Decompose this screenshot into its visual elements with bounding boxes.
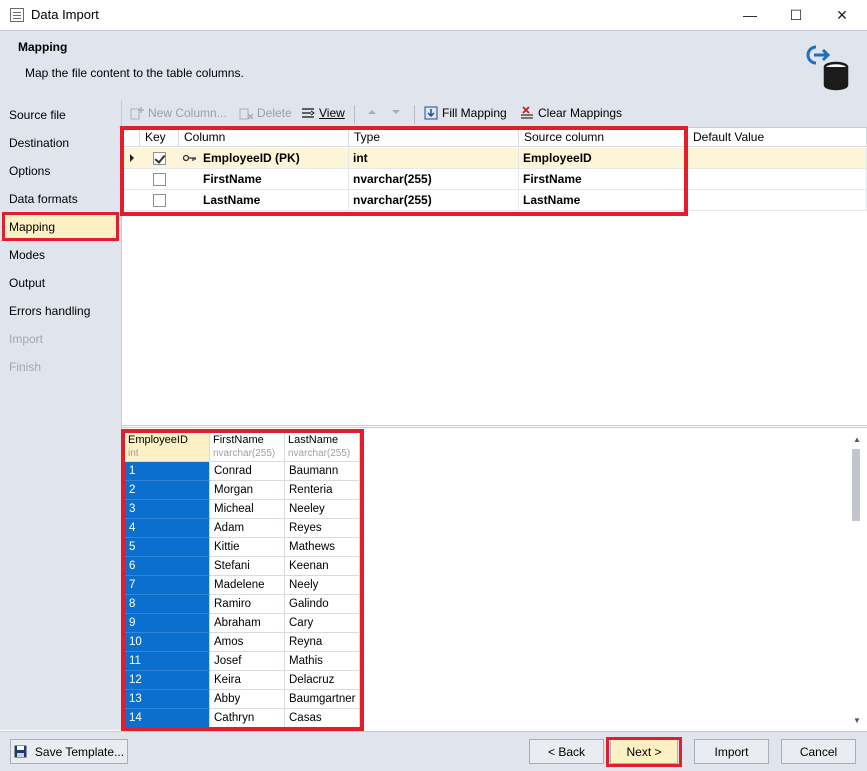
sidebar-item-source-file[interactable]: Source file xyxy=(2,102,118,128)
save-template-label: Save Template... xyxy=(34,744,125,759)
sidebar-item-destination[interactable]: Destination xyxy=(2,130,118,156)
view-label: View xyxy=(319,106,345,120)
new-column-button: New Column... xyxy=(130,106,227,120)
next-highlight-frame xyxy=(606,737,682,767)
wizard-header: Mapping Map the file content to the tabl… xyxy=(0,30,867,100)
default-value-cell[interactable] xyxy=(688,169,867,190)
scroll-up-button[interactable]: ▲ xyxy=(850,433,864,447)
import-to-database-icon xyxy=(806,45,849,91)
scroll-down-button[interactable]: ▼ xyxy=(850,714,864,728)
fill-mapping-icon xyxy=(424,106,438,120)
save-disk-icon xyxy=(14,745,27,758)
arrow-up-icon xyxy=(368,110,376,114)
delete-button: Delete xyxy=(239,106,292,120)
default-value-cell[interactable] xyxy=(688,148,867,169)
default-value-cell[interactable] xyxy=(688,190,867,211)
new-column-label: New Column... xyxy=(148,106,227,120)
sidebar-item-modes[interactable]: Modes xyxy=(2,242,118,268)
app-calendar-icon xyxy=(10,8,24,22)
view-list-icon xyxy=(302,108,315,118)
mapping-toolbar: New Column... Delete View Fill Mapping C… xyxy=(122,100,867,128)
sidebar-item-import: Import xyxy=(9,332,44,346)
view-button[interactable]: View xyxy=(301,106,345,120)
wizard-sidebar: Source file Destination Options Data for… xyxy=(0,100,122,730)
toolbar-separator xyxy=(414,105,415,124)
sidebar-item-errors-handling[interactable]: Errors handling xyxy=(2,298,118,324)
close-button[interactable]: ✕ xyxy=(819,0,865,30)
preview-highlight-frame xyxy=(121,429,364,731)
import-button[interactable]: Import xyxy=(694,739,769,764)
maximize-button[interactable]: ☐ xyxy=(773,0,819,30)
column-header-default-value[interactable]: Default Value xyxy=(688,128,867,147)
delete-label: Delete xyxy=(257,106,292,120)
scrollbar-thumb[interactable] xyxy=(852,449,860,521)
fill-mapping-label: Fill Mapping xyxy=(442,106,507,120)
clear-mappings-label: Clear Mappings xyxy=(538,106,623,120)
sidebar-item-data-formats[interactable]: Data formats xyxy=(2,186,118,212)
title-bar: Data Import — ☐ ✕ xyxy=(0,0,867,30)
sidebar-item-options[interactable]: Options xyxy=(2,158,118,184)
sidebar-item-finish: Finish xyxy=(9,360,42,374)
arrow-down-icon xyxy=(392,110,400,114)
clear-mappings-button[interactable]: Clear Mappings xyxy=(520,106,622,120)
move-down-button xyxy=(390,106,402,118)
delete-icon xyxy=(239,108,253,120)
move-up-button xyxy=(366,106,378,118)
fill-mapping-button[interactable]: Fill Mapping xyxy=(424,106,507,120)
page-description: Map the file content to the table column… xyxy=(25,66,244,80)
mapping-grid-highlight-frame xyxy=(120,126,688,216)
save-template-button[interactable]: Save Template... xyxy=(10,739,128,764)
toolbar-separator xyxy=(354,105,355,124)
back-button[interactable]: < Back xyxy=(529,739,604,764)
window-title: Data Import xyxy=(31,7,99,22)
new-column-icon xyxy=(130,107,144,120)
page-title: Mapping xyxy=(18,40,68,54)
cancel-button[interactable]: Cancel xyxy=(781,739,856,764)
mapping-highlight-frame xyxy=(2,212,119,241)
sidebar-item-output[interactable]: Output xyxy=(2,270,118,296)
minimize-button[interactable]: — xyxy=(727,0,773,30)
clear-mappings-icon xyxy=(521,106,533,119)
